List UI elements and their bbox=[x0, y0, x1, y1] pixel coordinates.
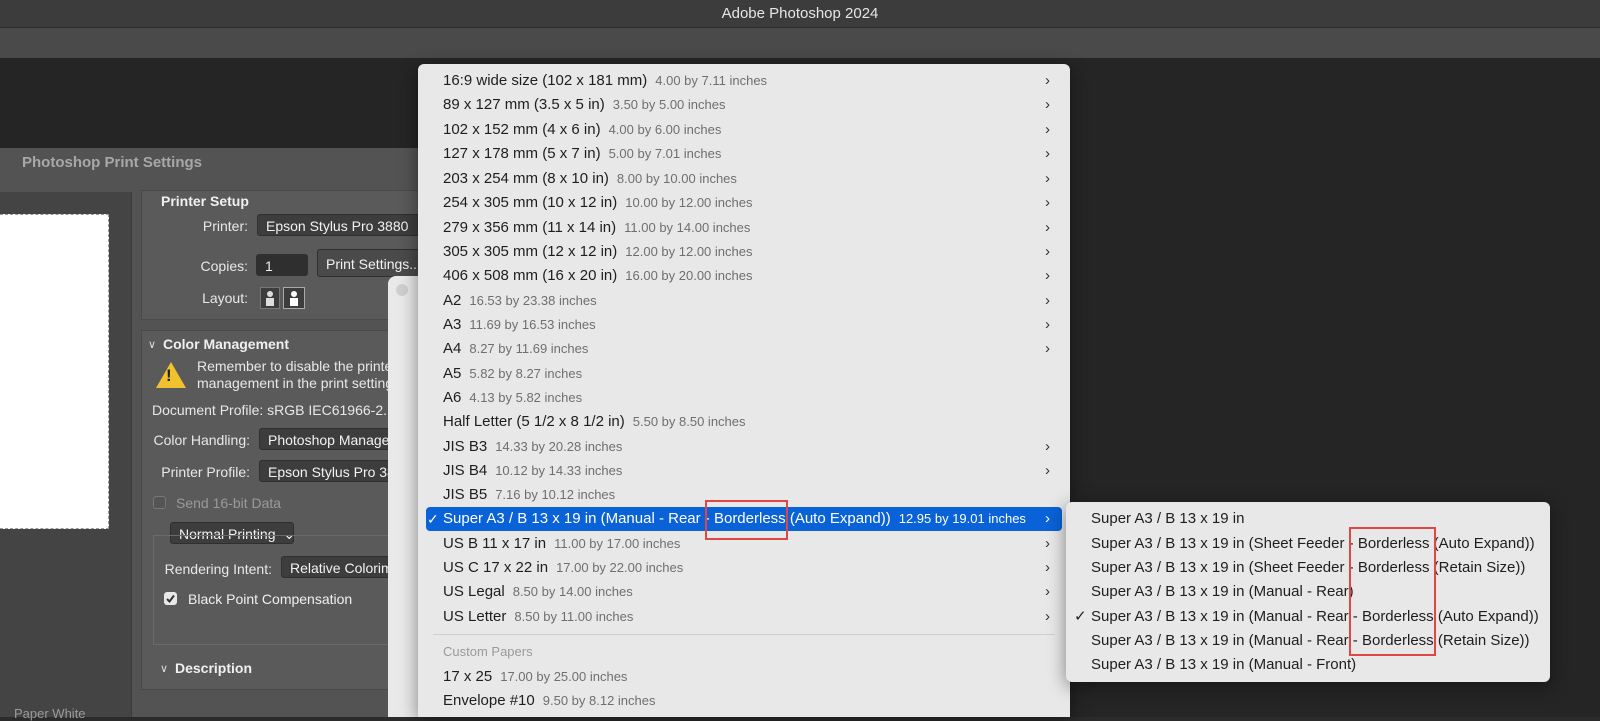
submenu-arrow-icon: › bbox=[1045, 316, 1050, 333]
paper-menu-item-selected[interactable]: ✓ Super A3 / B 13 x 19 in (Manual - Rear … bbox=[426, 507, 1062, 531]
color-handling-label: Color Handling: bbox=[153, 432, 251, 448]
submenu-item[interactable]: Super A3 / B 13 x 19 in bbox=[1091, 509, 1244, 529]
submenu-arrow-icon: › bbox=[1045, 121, 1050, 138]
submenu-item[interactable]: Super A3 / B 13 x 19 in (Manual - Front) bbox=[1091, 655, 1356, 675]
paper-menu-item[interactable]: 406 x 508 mm (16 x 20 in) 16.00 by 20.00 … bbox=[426, 264, 1062, 288]
submenu-arrow-icon: › bbox=[1045, 462, 1050, 479]
warning-exclamation: ! bbox=[166, 366, 172, 385]
submenu-item[interactable]: Super A3 / B 13 x 19 in (Sheet Feeder - … bbox=[1091, 558, 1525, 578]
submenu-item[interactable]: Super A3 / B 13 x 19 in (Sheet Feeder - … bbox=[1091, 534, 1535, 554]
submenu-arrow-icon: › bbox=[1045, 438, 1050, 455]
paper-menu-item[interactable]: A3 11.69 by 16.53 inches › bbox=[426, 313, 1062, 337]
submenu-item[interactable]: Super A3 / B 13 x 19 in (Manual - Rear) bbox=[1091, 582, 1354, 602]
paper-menu-item[interactable]: 254 x 305 mm (10 x 12 in) 10.00 by 12.00 … bbox=[426, 191, 1062, 215]
submenu-arrow-icon: › bbox=[1045, 145, 1050, 162]
paper-menu-item[interactable]: A5 5.82 by 8.27 inches bbox=[426, 362, 1062, 386]
submenu-arrow-icon: › bbox=[1045, 243, 1050, 260]
paper-menu-item[interactable]: 16:9 wide size (102 x 181 mm) 4.00 by 7.1… bbox=[426, 69, 1062, 93]
rendering-intent-label: Rendering Intent: bbox=[164, 561, 272, 577]
custom-paper-item[interactable]: 17 x 25 17.00 by 25.00 inches bbox=[426, 665, 1062, 689]
color-management-title: Color Management bbox=[163, 336, 290, 352]
description-title: Description bbox=[175, 660, 253, 676]
paper-menu-item[interactable]: 203 x 254 mm (8 x 10 in) 8.00 by 10.00 in… bbox=[426, 167, 1062, 191]
submenu-item[interactable]: Super A3 / B 13 x 19 in (Manual - Rear -… bbox=[1091, 631, 1530, 651]
paper-menu-item[interactable]: 279 x 356 mm (11 x 14 in) 11.00 by 14.00 … bbox=[426, 216, 1062, 240]
send-16bit-checkbox[interactable] bbox=[153, 496, 166, 509]
black-point-label: Black Point Compensation bbox=[188, 591, 353, 607]
paper-menu-item[interactable]: A2 16.53 by 23.38 inches › bbox=[426, 289, 1062, 313]
copies-label: Copies: bbox=[200, 258, 248, 274]
submenu-arrow-icon: › bbox=[1045, 608, 1050, 625]
print-settings-button[interactable]: Print Settings... bbox=[317, 249, 427, 277]
landscape-layout-icon[interactable] bbox=[283, 287, 305, 309]
submenu-arrow-icon: › bbox=[1045, 194, 1050, 211]
submenu-arrow-icon: › bbox=[1045, 292, 1050, 309]
custom-papers-header: Custom Papers bbox=[443, 644, 533, 659]
printer-profile-label: Printer Profile: bbox=[161, 464, 250, 480]
submenu-item-checked[interactable]: Super A3 / B 13 x 19 in (Manual - Rear -… bbox=[1091, 607, 1539, 627]
paper-menu-item[interactable]: 305 x 305 mm (12 x 12 in) 12.00 by 12.00 … bbox=[426, 240, 1062, 264]
submenu-arrow-icon: › bbox=[1045, 267, 1050, 284]
checkmark-icon: ✓ bbox=[427, 511, 439, 527]
paper-menu-item[interactable]: A6 4.13 by 5.82 inches bbox=[426, 386, 1062, 410]
paper-menu-item[interactable]: JIS B4 10.12 by 14.33 inches › bbox=[426, 459, 1062, 483]
paper-menu-item[interactable]: 127 x 178 mm (5 x 7 in) 5.00 by 7.01 inch… bbox=[426, 142, 1062, 166]
dialog-title: Photoshop Print Settings bbox=[22, 154, 202, 171]
submenu-arrow-icon: › bbox=[1045, 340, 1050, 357]
paper-menu-item[interactable]: US B 11 x 17 in 11.00 by 17.00 inches › bbox=[426, 532, 1062, 556]
description-chevron-icon[interactable]: ∨ bbox=[160, 662, 168, 675]
app-title: Adobe Photoshop 2024 bbox=[721, 5, 879, 22]
paper-menu-item[interactable]: JIS B3 14.33 by 20.28 inches › bbox=[426, 435, 1062, 459]
submenu-arrow-icon: › bbox=[1045, 535, 1050, 552]
submenu-arrow-icon: › bbox=[1045, 96, 1050, 113]
submenu-arrow-icon: › bbox=[1045, 170, 1050, 187]
custom-paper-item[interactable]: Envelope #10 9.50 by 8.12 inches bbox=[426, 689, 1062, 713]
submenu-arrow-icon: › bbox=[1045, 583, 1050, 600]
paper-menu-item[interactable]: Half Letter (5 1/2 x 8 1/2 in) 5.50 by 8.… bbox=[426, 410, 1062, 434]
printer-label: Printer: bbox=[202, 218, 248, 234]
paper-menu-item[interactable]: US Letter 8.50 by 11.00 inches › bbox=[426, 605, 1062, 629]
menu-separator bbox=[433, 634, 1055, 635]
paper-menu-item[interactable]: 89 x 127 mm (3.5 x 5 in) 3.50 by 5.00 inc… bbox=[426, 93, 1062, 117]
black-point-checkbox[interactable] bbox=[164, 592, 177, 605]
checkmark-icon: ✓ bbox=[1074, 608, 1087, 625]
printer-select[interactable]: Epson Stylus Pro 3880 bbox=[257, 214, 427, 236]
window-titlebar: Adobe Photoshop 2024 bbox=[0, 0, 1600, 28]
paper-preview bbox=[0, 214, 109, 529]
submenu-arrow-icon: › bbox=[1045, 510, 1050, 527]
paper-menu-item[interactable]: A4 8.27 by 11.69 inches › bbox=[426, 337, 1062, 361]
copies-input[interactable]: 1 bbox=[256, 254, 308, 276]
submenu-arrow-icon: › bbox=[1045, 219, 1050, 236]
printer-setup-title: Printer Setup bbox=[161, 193, 249, 209]
paper-menu-item[interactable]: 102 x 152 mm (4 x 6 in) 4.00 by 6.00 inch… bbox=[426, 118, 1062, 142]
paper-menu-item[interactable]: JIS B5 7.16 by 10.12 inches bbox=[426, 483, 1062, 507]
submenu-arrow-icon: › bbox=[1045, 559, 1050, 576]
submenu-arrow-icon: › bbox=[1045, 72, 1050, 89]
paper-variant-submenu: Super A3 / B 13 x 19 in Super A3 / B 13 … bbox=[1066, 502, 1550, 682]
app-toolbar bbox=[0, 28, 1600, 58]
send-16bit-label: Send 16-bit Data bbox=[176, 495, 282, 511]
collapse-chevron-icon[interactable]: ∨ bbox=[148, 338, 156, 351]
layout-label: Layout: bbox=[202, 290, 248, 306]
print-preview bbox=[0, 192, 132, 717]
window-close-dot[interactable] bbox=[396, 284, 408, 296]
paper-menu-item[interactable]: US Legal 8.50 by 14.00 inches › bbox=[426, 580, 1062, 604]
paper-menu-item[interactable]: US C 17 x 22 in 17.00 by 22.00 inches › bbox=[426, 556, 1062, 580]
portrait-layout-icon[interactable] bbox=[260, 287, 280, 309]
paper-size-menu: 16:9 wide size (102 x 181 mm) 4.00 by 7.1… bbox=[418, 64, 1070, 717]
paper-white-label: Paper White bbox=[14, 706, 86, 721]
